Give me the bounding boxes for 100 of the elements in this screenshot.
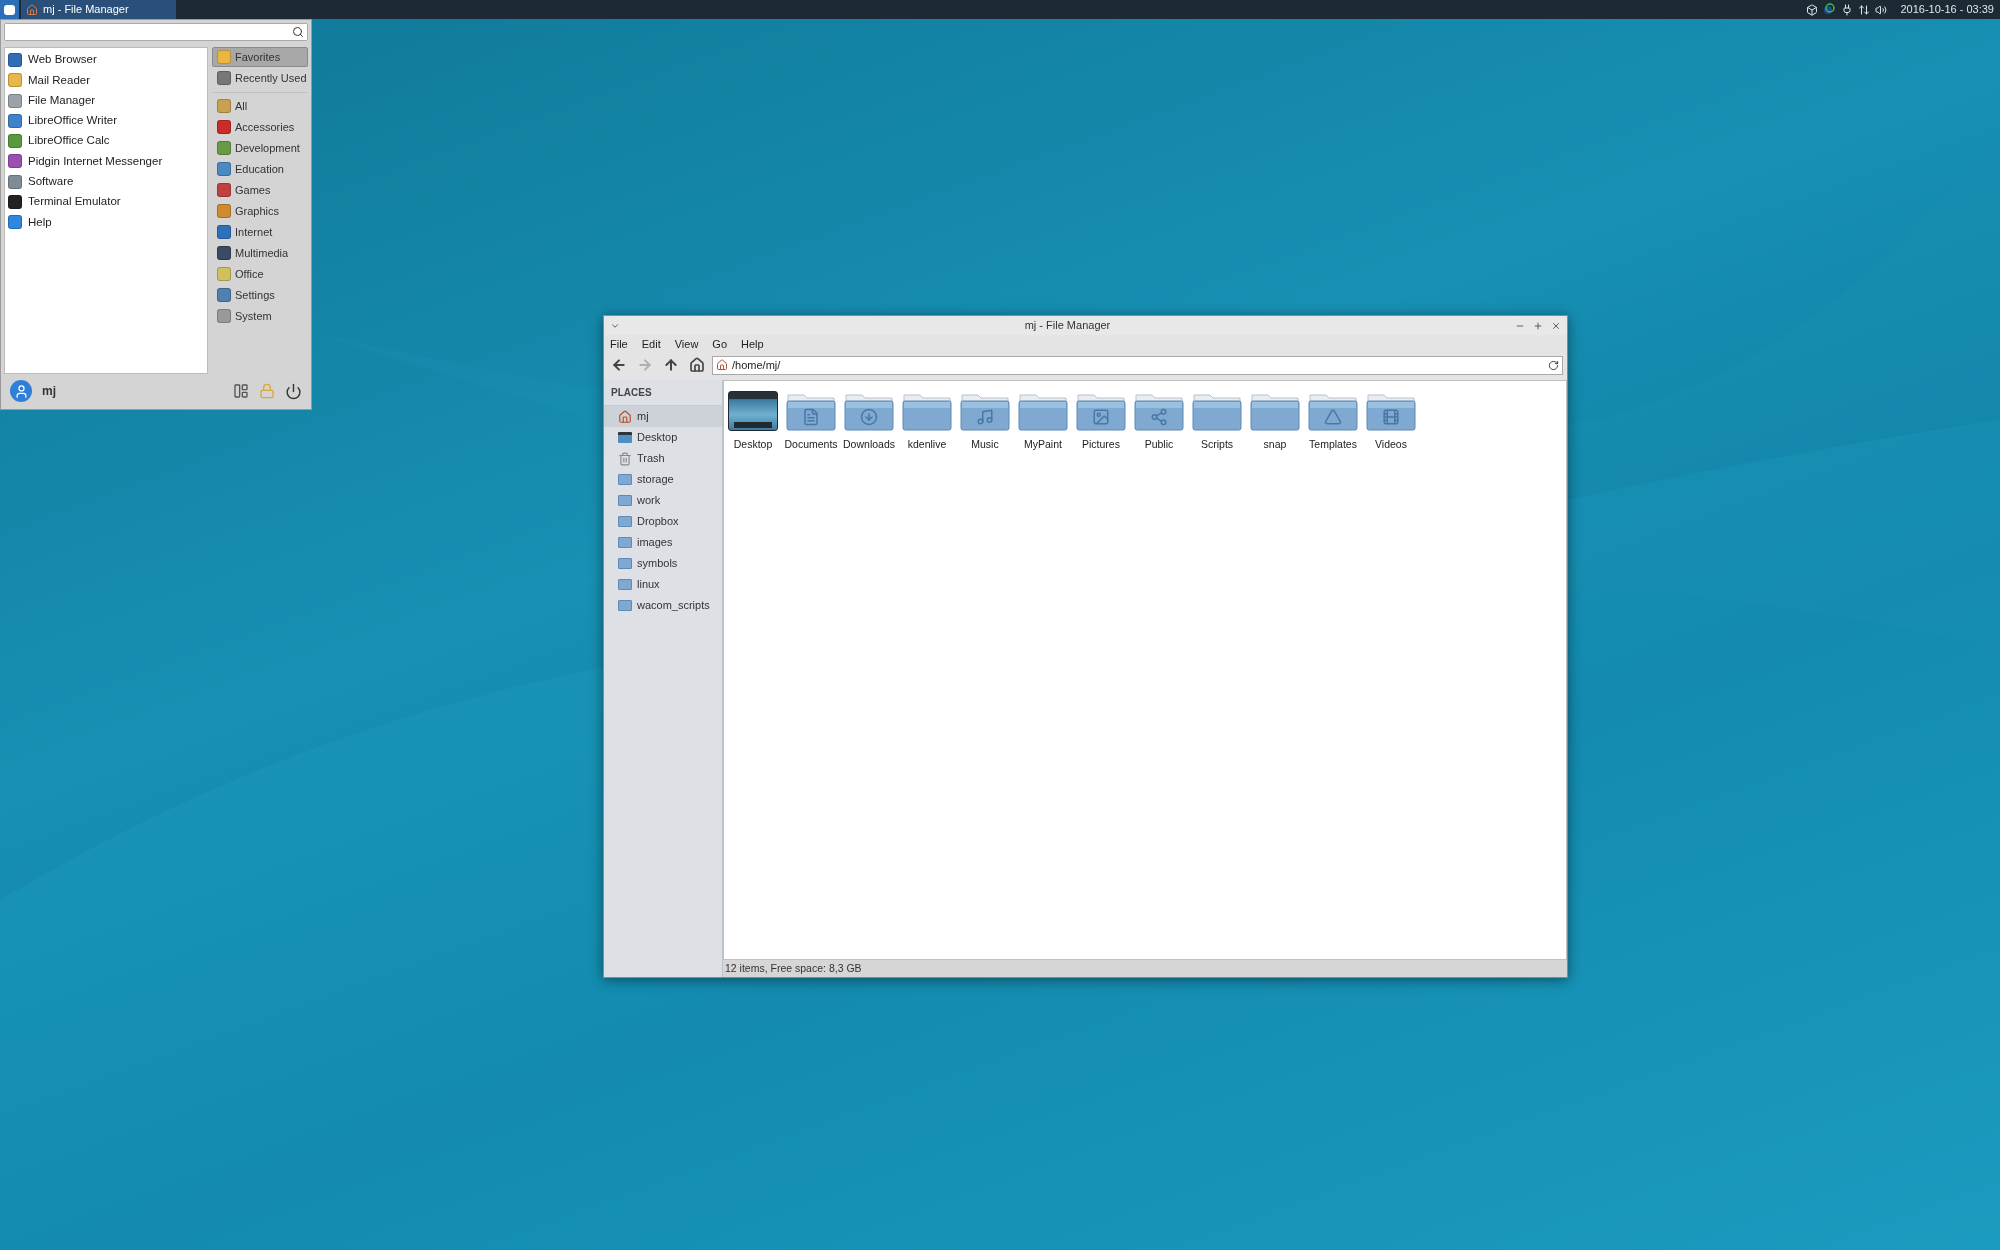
search-icon [292,25,304,38]
folder-icon [618,558,632,569]
category-item[interactable]: All [212,95,308,116]
sidebar-item[interactable]: linux [604,574,722,595]
folder-icon [902,391,952,431]
folder-item[interactable]: snap [1250,391,1300,453]
desktop-folder-icon [728,391,778,431]
menu-item[interactable]: Help [8,212,207,233]
app-icon [8,93,22,108]
category-item[interactable]: Development [212,137,308,158]
up-down-arrows-icon[interactable] [1858,3,1871,16]
category-icon [217,49,231,64]
sidebar-item[interactable]: symbols [604,553,722,574]
category-item[interactable]: Favorites [212,46,308,67]
folder-item[interactable]: Public [1134,391,1184,453]
category-item[interactable]: Recently Used [212,67,308,88]
menu-item[interactable]: Web Browser [8,49,207,71]
menu-item[interactable]: LibreOffice Calc [8,130,207,152]
folder-icon [960,391,1010,431]
sidebar-item[interactable]: Trash [604,448,722,469]
folder-item[interactable]: Videos [1366,391,1416,453]
folder-icon [618,495,632,506]
status-text: 12 items, Free space: 8,3 GB [725,960,862,976]
app-icon [8,215,22,230]
menu-item[interactable]: Pidgin Internet Messenger [8,151,207,172]
folder-icon [618,579,632,590]
sidebar-item[interactable]: wacom_scripts [604,595,722,616]
sidebar-item[interactable]: images [604,532,722,553]
category-item[interactable]: Education [212,158,308,179]
category-item[interactable]: Graphics [212,200,308,221]
menu-item[interactable]: Terminal Emulator [8,191,207,213]
category-item[interactable]: Settings [212,284,308,305]
folder-item[interactable]: MyPaint [1018,391,1068,453]
folder-item[interactable]: Templates [1308,391,1358,453]
folder-icon [1250,391,1300,431]
search-field[interactable] [4,23,308,41]
folder-item[interactable]: Music [960,391,1010,453]
maximize-icon[interactable] [1533,320,1543,331]
sidebar-item[interactable]: work [604,490,722,511]
settings-manager-icon[interactable] [233,383,249,400]
app-icon [8,174,22,189]
category-item[interactable]: Multimedia [212,242,308,263]
folder-item[interactable]: Documents [786,391,836,453]
taskbar-button[interactable]: mj - File Manager [21,0,176,19]
path-field[interactable]: /home/mj/ [712,355,1563,375]
app-icon [8,154,22,169]
folder-icon [618,537,632,548]
menu-bar-item[interactable]: Help [741,335,764,353]
sidebar-item[interactable]: storage [604,469,722,490]
speaker-icon[interactable] [1875,3,1888,16]
user-name: mj [42,383,56,401]
close-icon[interactable] [1551,320,1561,331]
menu-item[interactable]: Mail Reader [8,70,207,91]
category-icon [217,287,231,302]
menu-item[interactable]: File Manager [8,90,207,111]
folder-icon [1192,391,1242,431]
category-icon [217,203,231,218]
folder-item[interactable]: Scripts [1192,391,1242,453]
folder-icon [844,391,894,431]
menu-item[interactable]: Software [8,171,207,192]
app-icon [8,195,22,209]
folder-icon [1018,391,1068,431]
home-icon [26,3,38,16]
category-icon [217,182,231,197]
category-icon [217,266,231,281]
folder-item[interactable]: Pictures [1076,391,1126,453]
menu-bar-item[interactable]: Edit [641,335,661,353]
menu-bar-item[interactable]: Go [712,335,728,353]
home-icon [618,409,632,424]
menu-bar-item[interactable]: File [610,335,628,353]
app-icon [8,73,22,88]
folder-icon [1134,391,1184,431]
menu-item[interactable]: LibreOffice Writer [8,110,207,131]
sidebar-item[interactable]: mj [604,406,722,427]
circles-icon[interactable] [1823,3,1837,16]
desktop-icon [618,432,632,443]
package-icon[interactable] [1806,3,1819,16]
category-item[interactable]: Accessories [212,116,308,137]
applications-menu-button[interactable] [0,0,19,19]
sidebar-item[interactable]: Desktop [604,427,722,448]
category-icon [217,119,231,134]
folder-item[interactable]: Downloads [844,391,894,453]
menu-bar-item[interactable]: View [674,335,699,353]
folder-item[interactable]: kdenlive [902,391,952,453]
clock[interactable]: 2016-10-16 - 03:39 [1900,1,1994,18]
window-title: mj - File Manager [1023,318,1112,334]
category-icon [217,245,231,260]
reload-icon[interactable] [1548,359,1559,371]
plug-icon[interactable] [1841,3,1854,16]
sidebar-item[interactable]: Dropbox [604,511,722,532]
category-item[interactable]: Internet [212,221,308,242]
home-icon [716,359,728,371]
category-item[interactable]: Office [212,263,308,284]
folder-icon [786,391,836,431]
user-avatar-icon [10,380,32,403]
category-item[interactable]: Games [212,179,308,200]
category-item[interactable]: System [212,305,308,326]
arrow-up-icon [663,357,679,373]
power-icon[interactable] [285,382,302,400]
folder-item[interactable]: Desktop [728,391,778,453]
